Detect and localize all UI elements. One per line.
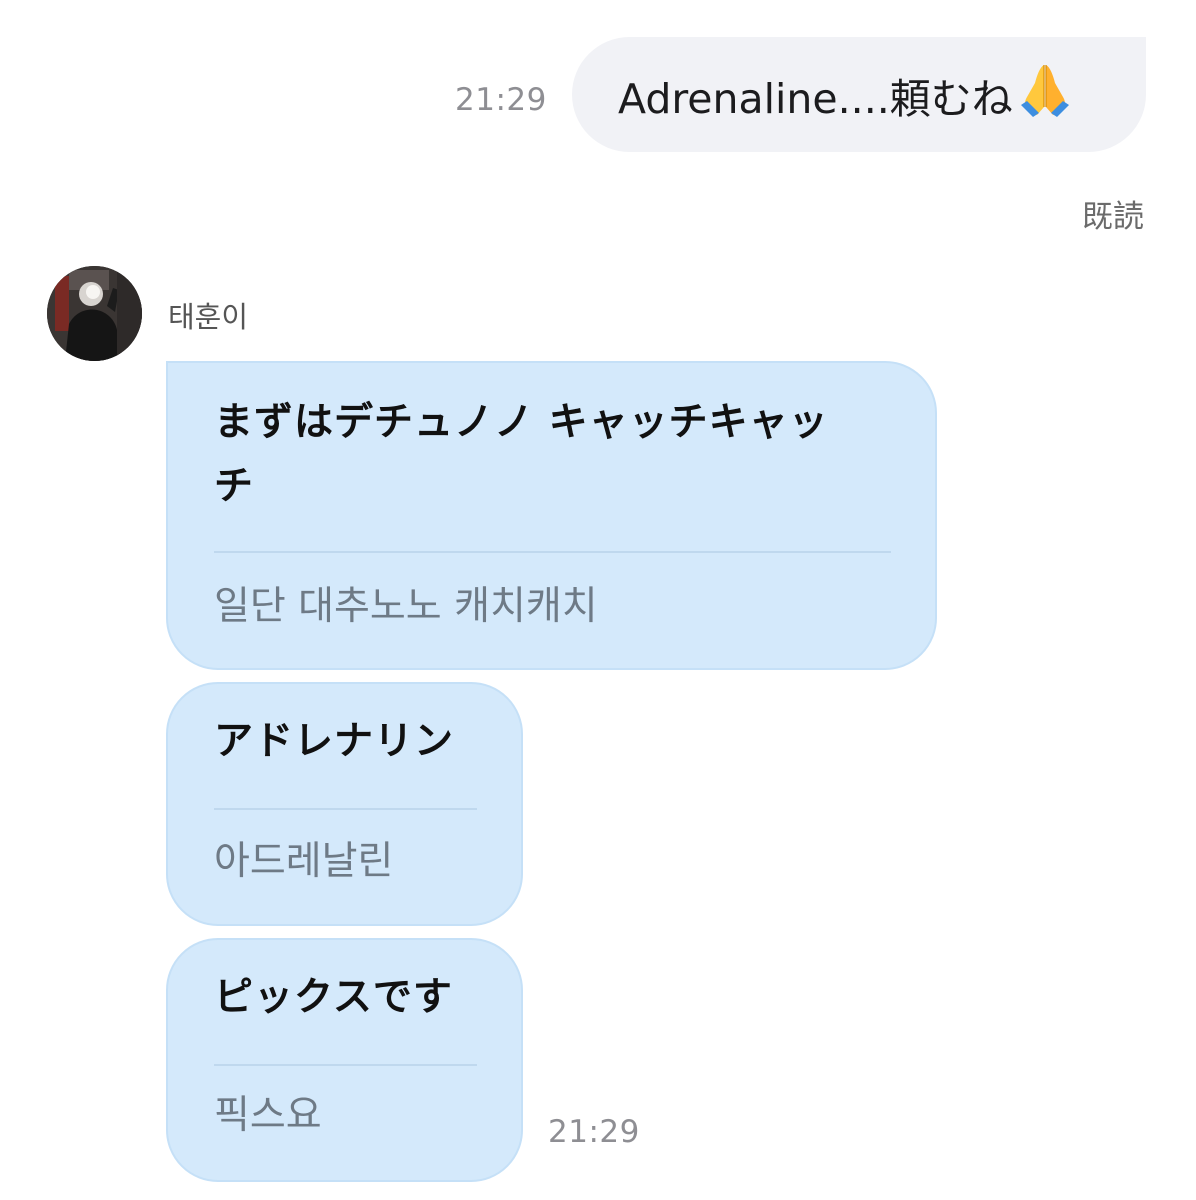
- translation-divider: [214, 808, 477, 810]
- message-original-text: ピックスです: [214, 975, 453, 1020]
- message-original-text-line1: まずはデチュノノ キャッチキャッ: [214, 400, 829, 445]
- incoming-message-bubble[interactable]: まずはデチュノノ キャッチキャッ チ 일단 대추노노 캐치캐치: [166, 361, 937, 670]
- read-receipt: 既読: [1082, 199, 1144, 235]
- outgoing-message-bubble[interactable]: Adrenaline....頼むね: [572, 37, 1146, 152]
- incoming-message-bubble[interactable]: ピックスです 픽스요: [166, 938, 523, 1182]
- incoming-timestamp: 21:29: [548, 1114, 640, 1150]
- message-original-text-line2: チ: [214, 464, 255, 509]
- message-translation-text: 일단 대추노노 캐치캐치: [214, 584, 598, 629]
- message-translation-text: 픽스요: [214, 1093, 322, 1138]
- outgoing-timestamp: 21:29: [455, 82, 547, 118]
- translation-divider: [214, 551, 891, 553]
- message-original-text: アドレナリン: [214, 719, 455, 764]
- outgoing-message-text: Adrenaline....頼むね: [618, 74, 1013, 123]
- folded-hands-icon: [1015, 59, 1075, 119]
- message-translation-text: 아드레날린: [214, 839, 394, 884]
- chat-view: 21:29 Adrenaline....頼むね 既読 태훈이 まずはデチュノノ …: [0, 0, 1196, 1200]
- avatar[interactable]: [47, 266, 142, 361]
- translation-divider: [214, 1064, 477, 1066]
- sender-name: 태훈이: [168, 300, 249, 334]
- incoming-message-bubble[interactable]: アドレナリン 아드레날린: [166, 682, 523, 926]
